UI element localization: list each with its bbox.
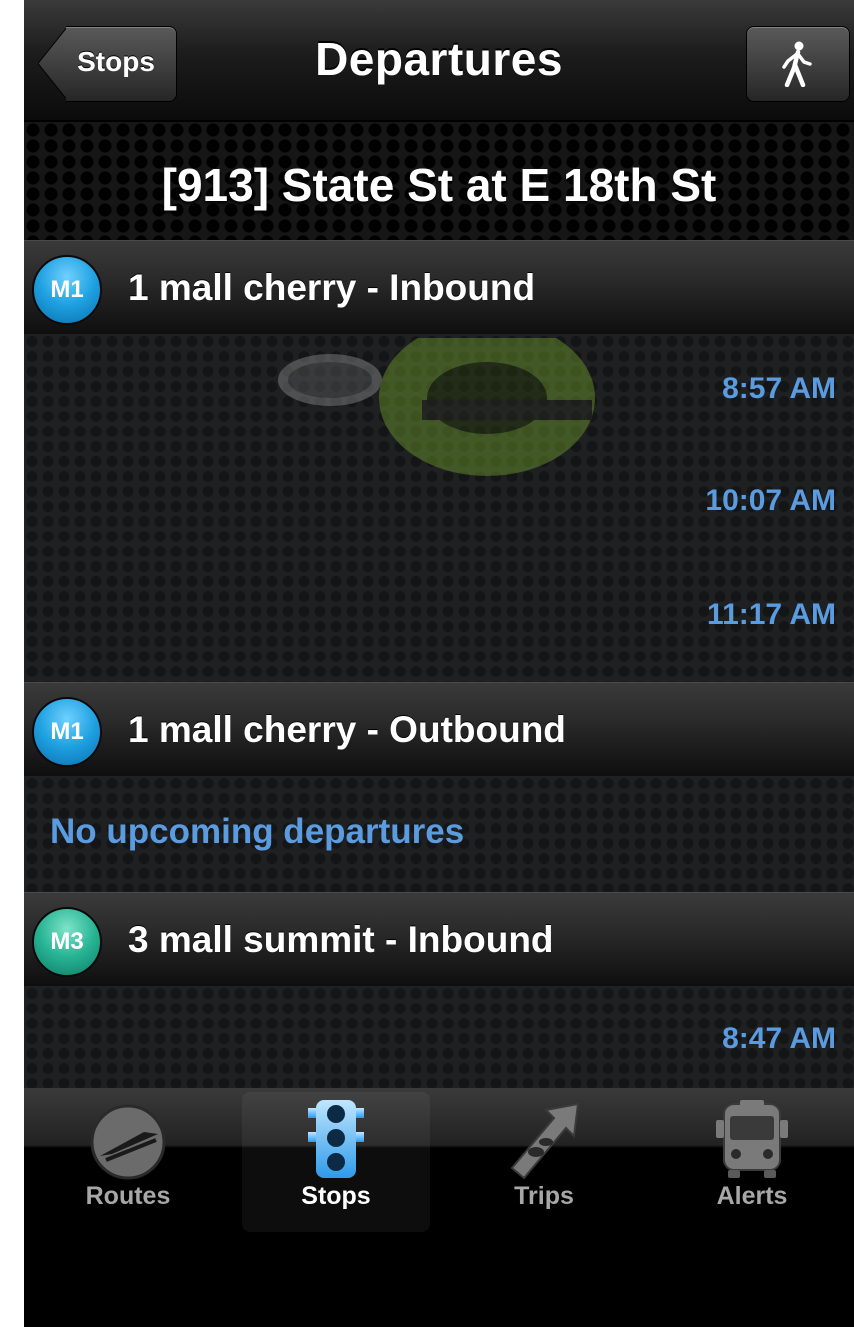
- route-section-header[interactable]: M1 1 mall cherry - Outbound: [24, 682, 854, 777]
- route-badge: M1: [32, 255, 102, 325]
- route-section-header[interactable]: M3 3 mall summit - Inbound: [24, 892, 854, 987]
- route-badge: M3: [32, 907, 102, 977]
- nav-bar: Stops Departures: [24, 0, 854, 122]
- logo-watermark: [278, 338, 595, 476]
- trip-arrow-icon: [510, 1102, 580, 1180]
- tab-label: Stops: [301, 1182, 371, 1210]
- departures-list: No upcoming departures: [24, 776, 854, 892]
- tab-label: Trips: [514, 1182, 574, 1210]
- pedestrian-icon: [782, 41, 812, 87]
- departure-time[interactable]: 8:57 AM: [722, 372, 836, 406]
- route-section-title: 1 mall cherry - Outbound: [128, 709, 566, 750]
- tab-trips[interactable]: Trips: [444, 1088, 644, 1238]
- departure-time[interactable]: 10:07 AM: [705, 484, 836, 518]
- route-section-title: 3 mall summit - Inbound: [128, 919, 554, 960]
- tab-label: Routes: [85, 1182, 171, 1210]
- walk-button[interactable]: [746, 26, 850, 102]
- tab-label: Alerts: [716, 1182, 788, 1210]
- tab-bar: Routes Stops Trips Alerts: [24, 1088, 854, 1238]
- departure-time[interactable]: 11:17 AM: [707, 598, 836, 632]
- route-section-header[interactable]: M1 1 mall cherry - Inbound: [24, 240, 854, 335]
- departures-list: 8:57 AM 10:07 AM 11:17 AM: [24, 334, 854, 682]
- bus-icon: [716, 1100, 788, 1178]
- departures-list: 8:47 AM: [24, 986, 854, 1088]
- departure-time[interactable]: 8:47 AM: [722, 1022, 836, 1056]
- traffic-light-icon: [308, 1100, 364, 1178]
- tab-alerts[interactable]: Alerts: [652, 1088, 852, 1238]
- stop-header: [913] State St at E 18th St: [24, 122, 854, 240]
- app-screen: Stops Departures [913] State St at E 18t…: [24, 0, 854, 1327]
- route-badge: M1: [32, 697, 102, 767]
- route-sign-icon: [90, 1104, 166, 1180]
- tab-stops[interactable]: Stops: [236, 1088, 436, 1238]
- page-title: Departures: [315, 33, 563, 85]
- no-departures-message: No upcoming departures: [50, 812, 465, 851]
- route-section-title: 1 mall cherry - Inbound: [128, 267, 536, 308]
- stop-title: [913] State St at E 18th St: [161, 159, 717, 211]
- tab-routes[interactable]: Routes: [28, 1088, 228, 1238]
